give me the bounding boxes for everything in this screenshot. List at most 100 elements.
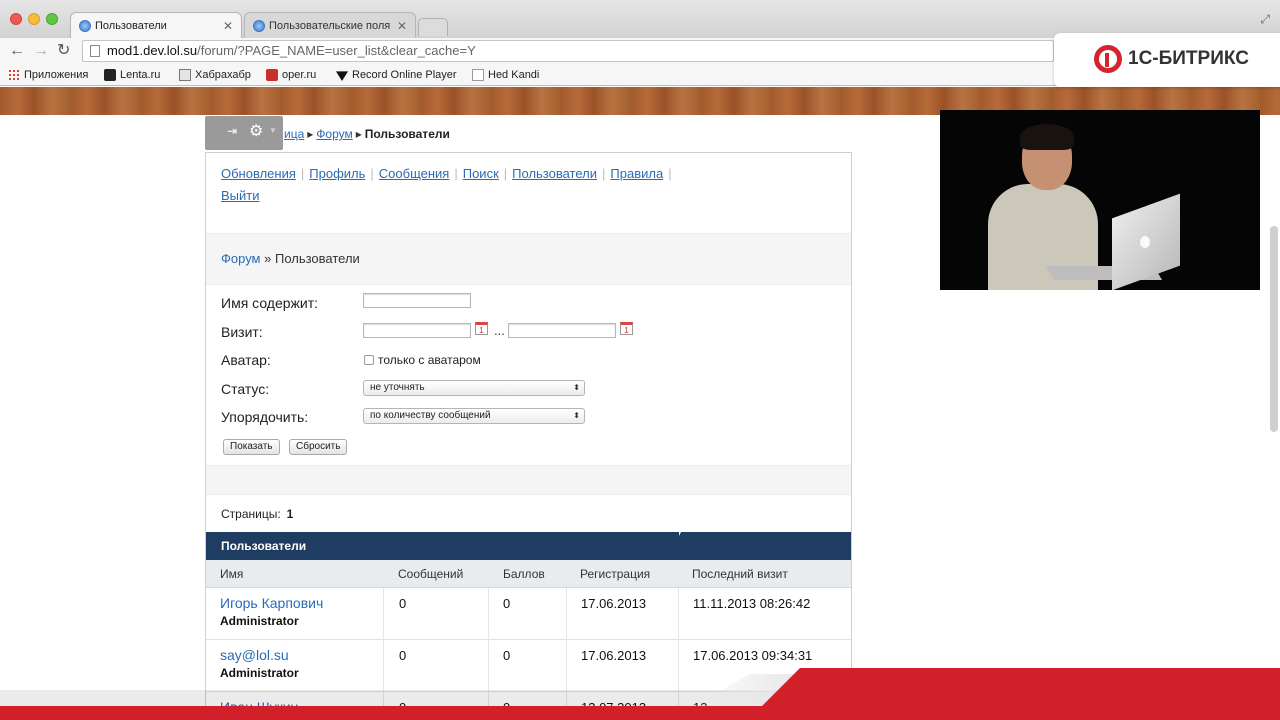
visit-label: Визит: <box>221 324 263 340</box>
form-separator-band <box>206 465 851 495</box>
calendar-icon[interactable]: 1 <box>620 322 633 335</box>
browser-tab-inactive[interactable]: Пользовательские поля ✕ <box>244 12 416 38</box>
bookmark-record[interactable]: Record Online Player <box>336 68 457 82</box>
menu-item-users[interactable]: Пользователи <box>512 166 597 181</box>
last-visit-value: 17.06.2013 09:34:31 <box>693 648 813 663</box>
breadcrumb-separator: ▸ <box>307 127 314 141</box>
table-cell-points: 0 <box>489 640 567 692</box>
forum-breadcrumb: Форум » Пользователи <box>221 251 360 266</box>
menu-item-search[interactable]: Поиск <box>463 166 499 181</box>
page-icon <box>472 69 484 81</box>
forum-menu: Обновления | Профиль | Сообщения | Поиск | Польз… <box>221 163 781 207</box>
minimize-window-button[interactable] <box>28 13 40 25</box>
show-button[interactable]: Показать <box>223 439 280 455</box>
reload-icon[interactable]: ↻ <box>57 41 70 61</box>
table-cell-name: Игорь Карпович Administrator <box>206 588 384 640</box>
close-tab-icon[interactable]: ✕ <box>397 13 407 38</box>
back-arrow-icon[interactable]: ← <box>9 41 25 61</box>
forward-arrow-icon[interactable]: → <box>33 41 49 61</box>
points-value: 0 <box>503 596 511 611</box>
menu-item-updates[interactable]: Обновления <box>221 166 296 181</box>
messages-value: 0 <box>399 648 407 663</box>
browser-tab-active[interactable]: Пользователи ✕ <box>70 12 242 38</box>
admin-toolbar[interactable]: ⇥ ⚙ ▼ <box>205 116 283 150</box>
column-header-last-visit[interactable]: Последний визит <box>692 567 788 581</box>
new-tab-button[interactable] <box>418 18 448 36</box>
last-visit-value: 11.11.2013 08:26:42 <box>693 596 811 611</box>
page-icon <box>90 45 100 57</box>
visit-to-input[interactable] <box>508 323 616 338</box>
breadcrumb-separator: ▸ <box>355 127 362 141</box>
forum-breadcrumb-current: Пользователи <box>274 251 360 266</box>
bookmark-oper[interactable]: oper.ru <box>266 68 316 82</box>
avatar-checkbox[interactable] <box>364 355 374 365</box>
forum-breadcrumb-link[interactable]: Форум <box>221 251 261 266</box>
calendar-icon[interactable]: 1 <box>475 322 488 335</box>
bookmark-lenta[interactable]: Lenta.ru <box>104 68 160 82</box>
registered-value: 17.06.2013 <box>581 648 647 663</box>
column-header-registered[interactable]: Регистрация <box>580 567 650 581</box>
table-cell-name: say@lol.su Administrator <box>206 640 384 692</box>
table-cell-last-visit: 11.11.2013 08:26:42 <box>679 588 851 640</box>
fullscreen-icon[interactable]: ⤢ <box>1260 12 1270 27</box>
menu-item-profile[interactable]: Профиль <box>309 166 365 181</box>
url-path: /forum/?PAGE_NAME=user_list&clear_cache=… <box>197 43 476 58</box>
menu-divider: | <box>370 166 374 181</box>
visit-from-input[interactable] <box>363 323 471 338</box>
bookmark-habr[interactable]: Хабрахабр <box>179 68 251 82</box>
order-select[interactable]: по количеству сообщений ⬍ <box>363 408 585 424</box>
menu-divider: | <box>668 166 672 181</box>
apple-logo-icon <box>1140 236 1150 248</box>
user-name-link[interactable]: say@lol.su <box>220 647 289 663</box>
record-icon <box>336 71 348 81</box>
menu-item-messages[interactable]: Сообщения <box>379 166 450 181</box>
zoom-window-button[interactable] <box>46 13 58 25</box>
lower-third-red-strip <box>0 706 1280 720</box>
column-header-name[interactable]: Имя <box>220 567 243 581</box>
menu-divider: | <box>454 166 458 181</box>
breadcrumb-current: Пользователи <box>364 127 450 141</box>
users-table-title: Пользователи <box>206 532 851 560</box>
url-host: mod1.dev.lol.su <box>107 43 198 58</box>
bookmark-hed-kandi[interactable]: Hed Kandi <box>472 68 539 82</box>
table-cell-points: 0 <box>489 588 567 640</box>
column-header-messages[interactable]: Сообщений <box>398 567 463 581</box>
breadcrumb-separator: » <box>260 251 275 266</box>
registered-value: 17.06.2013 <box>581 596 647 611</box>
select-arrows-icon: ⬍ <box>573 411 580 420</box>
pagination-current-page[interactable]: 1 <box>287 507 294 521</box>
users-table-header: Имя Сообщений Баллов Регистрация Последн… <box>206 560 851 588</box>
forum-container: Обновления | Профиль | Сообщения | Поиск | Польз… <box>205 152 852 720</box>
breadcrumb-link-home[interactable]: ица <box>284 127 304 141</box>
chevron-down-icon[interactable]: ▼ <box>269 126 277 135</box>
visit-range-separator: ... <box>494 323 505 338</box>
column-header-points[interactable]: Баллов <box>503 567 545 581</box>
status-select[interactable]: не уточнять ⬍ <box>363 380 585 396</box>
user-role: Administrator <box>220 666 299 680</box>
status-label: Статус: <box>221 381 270 397</box>
status-select-value: не уточнять <box>370 382 425 393</box>
close-window-button[interactable] <box>10 13 22 25</box>
name-input[interactable] <box>363 293 471 308</box>
table-cell-registered: 17.06.2013 <box>567 588 679 640</box>
menu-item-logout[interactable]: Выйти <box>221 188 260 203</box>
avatar-checkbox-label[interactable]: только с аватаром <box>378 353 481 367</box>
address-bar[interactable]: mod1.dev.lol.su/forum/?PAGE_NAME=user_li… <box>82 40 1054 62</box>
brand-name: 1С-БИТРИКС <box>1128 48 1249 69</box>
menu-item-rules[interactable]: Правила <box>610 166 663 181</box>
table-cell-registered: 17.06.2013 <box>567 640 679 692</box>
lower-third-red <box>760 668 1280 708</box>
habr-icon <box>179 69 191 81</box>
user-name-link[interactable]: Игорь Карпович <box>220 595 323 611</box>
breadcrumb-link-forum[interactable]: Форум <box>316 127 352 141</box>
pin-icon[interactable]: ⇥ <box>227 124 237 138</box>
breadcrumb: ица ▸ Форум ▸ Пользователи <box>284 127 450 141</box>
menu-divider: | <box>503 166 508 181</box>
gear-icon[interactable]: ⚙ <box>249 121 263 141</box>
bookmark-apps[interactable]: Приложения <box>8 68 88 82</box>
close-tab-icon[interactable]: ✕ <box>223 13 233 38</box>
page-scrollbar[interactable] <box>1270 226 1278 432</box>
tab-title: Пользовательские поля <box>269 20 391 32</box>
reset-button[interactable]: Сбросить <box>289 439 348 455</box>
avatar-label: Аватар: <box>221 352 271 368</box>
